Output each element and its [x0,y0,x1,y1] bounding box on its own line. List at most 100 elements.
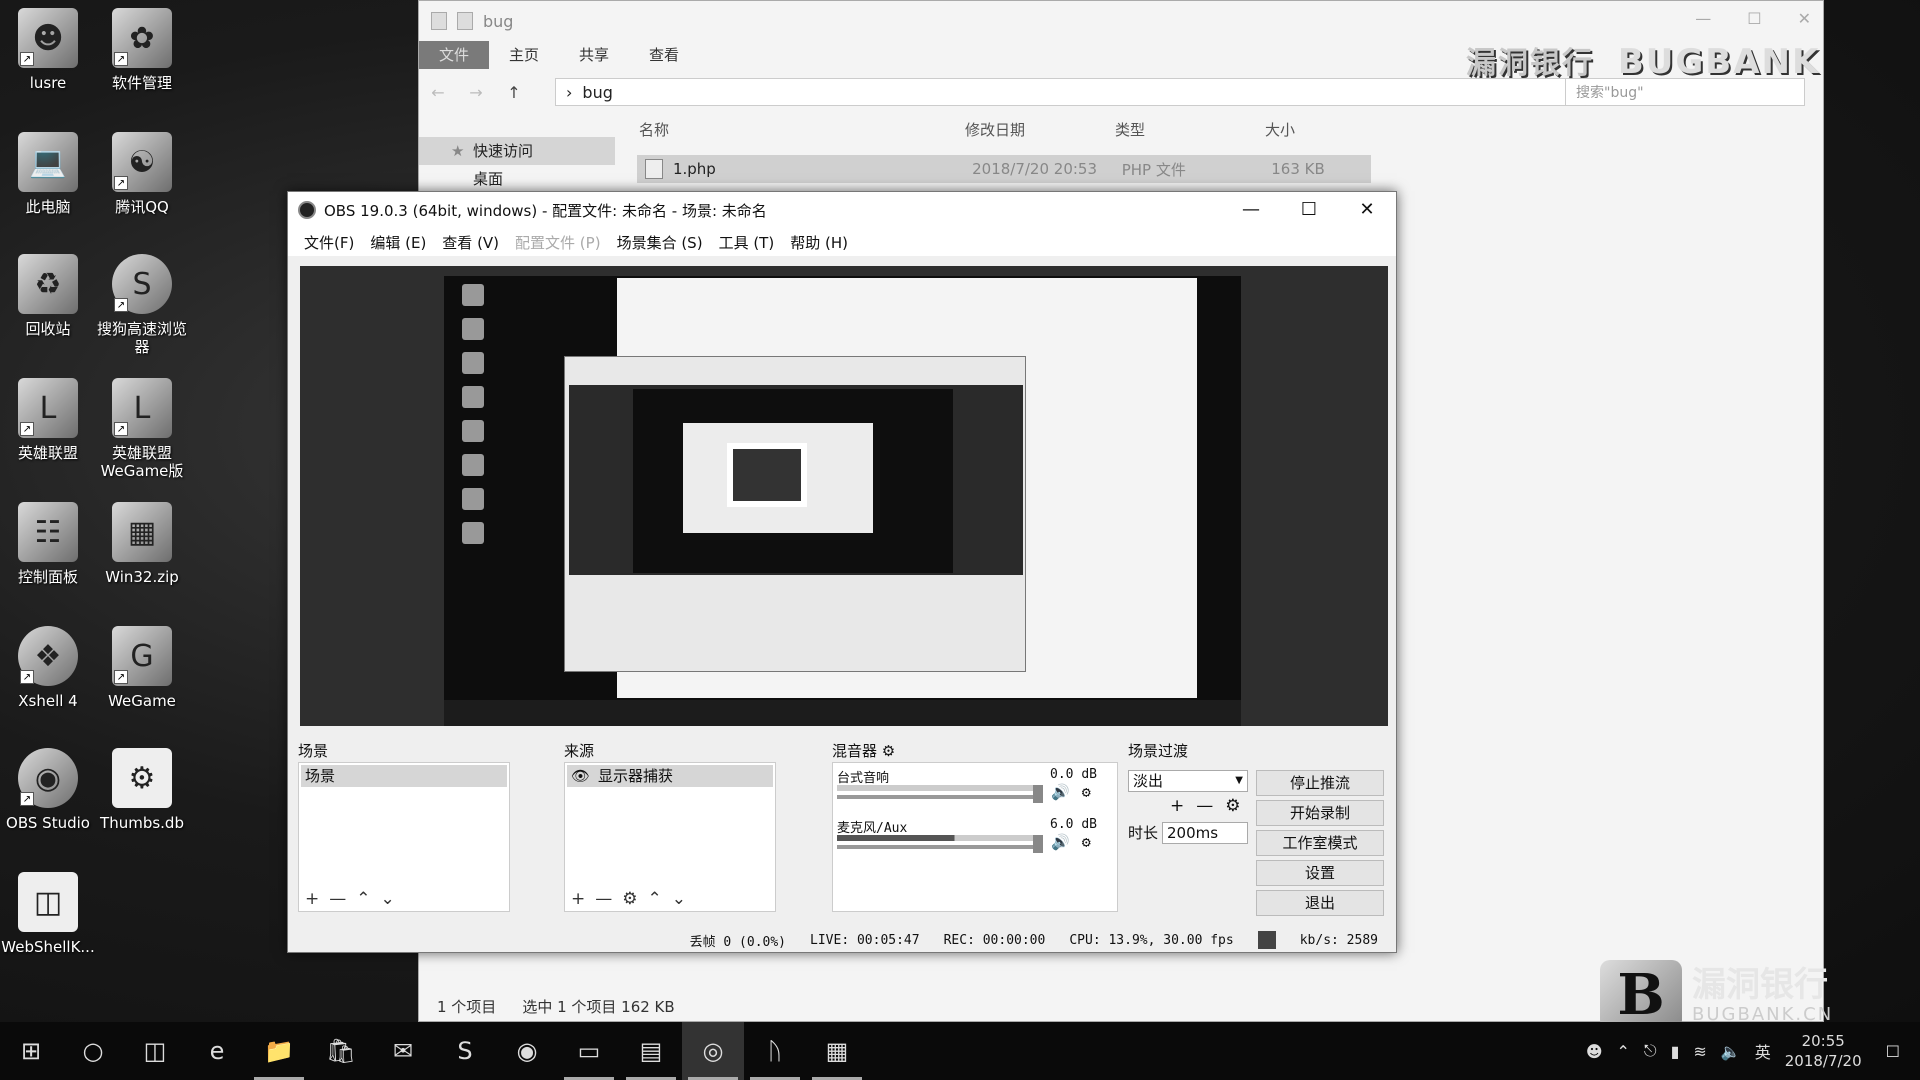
people-icon[interactable]: ☻ [1586,1042,1603,1061]
back-icon[interactable]: ← [419,83,457,102]
move-down-icon[interactable]: ⌄ [381,889,395,909]
bluetooth-icon[interactable]: ᚢ [744,1022,806,1080]
desktop-icon-win32-zip[interactable]: ▦ Win32.zip [94,502,190,586]
desktop-icon-webshell[interactable]: ◫ WebShellK... [0,872,96,956]
obs-icon[interactable]: ◎ [682,1022,744,1080]
wifi-icon[interactable]: ≋ [1693,1042,1706,1061]
cortana-icon[interactable]: ○ [62,1022,124,1080]
gear-icon[interactable]: ⚙ [622,889,637,909]
terminal-icon[interactable]: ▭ [558,1022,620,1080]
menu-edit[interactable]: 编辑 (E) [362,232,434,253]
column-size[interactable]: 大小 [1265,119,1365,143]
add-icon[interactable]: + [571,889,585,909]
menu-view[interactable]: 查看 (V) [434,232,507,253]
desktop-icon-thumbs-db[interactable]: ⚙ Thumbs.db [94,748,190,832]
maximize-icon[interactable]: ☐ [1747,9,1761,28]
menu-file[interactable]: 文件(F) [296,232,362,253]
nav-quick-access[interactable]: ★ 快速访问 [419,137,615,165]
mail-icon[interactable]: ✉ [372,1022,434,1080]
forward-icon[interactable]: → [457,83,495,102]
source-item[interactable]: 👁 显示器捕获 [567,765,773,787]
duration-spinbox[interactable]: 200ms [1162,822,1248,844]
desktop-icon-this-pc[interactable]: 💻 此电脑 [0,132,96,216]
speaker-icon[interactable]: 🔊 [1051,833,1070,851]
move-up-icon[interactable]: ⌃ [356,889,370,909]
desktop-icon-qq[interactable]: ☯ ↗ 腾讯QQ [94,132,190,216]
notes-icon[interactable]: ▤ [620,1022,682,1080]
task-view-icon[interactable]: ◫ [124,1022,186,1080]
battery-icon[interactable]: ▮ [1671,1042,1680,1061]
search-input[interactable]: 搜索"bug" [1565,78,1805,106]
tab-share[interactable]: 共享 [559,41,629,69]
column-date[interactable]: 修改日期 [965,119,1115,143]
add-icon[interactable]: + [305,889,319,909]
move-up-icon[interactable]: ⌃ [648,889,662,909]
maximize-icon[interactable]: ☐ [1280,192,1338,228]
desktop-icon-software-manager[interactable]: ✿ ↗ 软件管理 [94,8,190,92]
obs-preview[interactable] [300,266,1388,726]
desktop-icon-lol-wegame[interactable]: L ↗ 英雄联盟 WeGame版 [94,378,190,480]
file-row[interactable]: 1.php 2018/7/20 20:53 PHP 文件 163 KB [637,155,1371,183]
add-icon[interactable]: + [1170,796,1184,816]
scene-item[interactable]: 场景 [301,765,507,787]
speaker-icon[interactable]: 🔊 [1051,783,1070,801]
tab-file[interactable]: 文件 [419,41,490,69]
store-icon[interactable]: 🛍 [310,1022,372,1080]
minimize-icon[interactable]: — [1695,9,1711,28]
usb-icon[interactable]: ⎋ [1644,1041,1657,1061]
menu-help[interactable]: 帮助 (H) [782,232,856,253]
up-icon[interactable]: ↑ [495,83,533,102]
stop-streaming-button[interactable]: 停止推流 [1256,770,1384,796]
desktop-icon-lusre[interactable]: ☻ ↗ lusre [0,8,96,92]
properties-icon[interactable] [457,12,473,30]
volume-slider[interactable] [837,795,1033,799]
desktop-icon-sogou-browser[interactable]: S ↗ 搜狗高速浏览器 [94,254,190,356]
gear-icon[interactable]: ⚙ [882,742,895,760]
chevron-up-icon[interactable]: ⌃ [1617,1042,1630,1061]
tab-home[interactable]: 主页 [489,41,559,69]
address-bar[interactable]: › bug [555,78,1667,106]
desktop-icon-lol[interactable]: L ↗ 英雄联盟 [0,378,96,462]
menu-scene-collection[interactable]: 场景集合 (S) [609,232,711,253]
gear-icon[interactable]: ⚙ [1082,783,1091,801]
qq-browser-icon[interactable]: ◉ [496,1022,558,1080]
sogou-icon[interactable]: S [434,1022,496,1080]
transition-select[interactable]: 淡出 ▼ [1128,770,1248,792]
volume-slider-handle[interactable] [1033,785,1043,803]
start-icon[interactable]: ⊞ [0,1022,62,1080]
column-type[interactable]: 类型 [1115,119,1265,143]
eye-icon[interactable]: 👁 [571,765,590,787]
remove-icon[interactable]: — [595,889,612,909]
nav-desktop[interactable]: 桌面 [419,165,615,193]
exit-button[interactable]: 退出 [1256,890,1384,916]
desktop-icon-obs-studio[interactable]: ◉ ↗ OBS Studio [0,748,96,832]
desktop-icon-control-panel[interactable]: ☷ 控制面板 [0,502,96,586]
desktop-icon-recycle-bin[interactable]: ♻ 回收站 [0,254,96,338]
file-explorer-icon[interactable]: 📁 [248,1022,310,1080]
desktop-icon-wegame[interactable]: G ↗ WeGame [94,626,190,710]
column-name[interactable]: 名称 [639,119,965,143]
clock[interactable]: 20:55 2018/7/20 [1785,1031,1862,1071]
desktop-icon-xshell[interactable]: ❖ ↗ Xshell 4 [0,626,96,710]
volume-icon[interactable]: 🔈 [1721,1042,1741,1061]
edge-icon[interactable]: e [186,1022,248,1080]
close-icon[interactable]: ✕ [1338,192,1396,228]
studio-mode-button[interactable]: 工作室模式 [1256,830,1384,856]
volume-slider[interactable] [837,845,1033,849]
remove-icon[interactable]: — [329,889,346,909]
settings-button[interactable]: 设置 [1256,860,1384,886]
tab-view[interactable]: 查看 [629,41,699,69]
notification-icon[interactable]: ☐ [1886,1042,1900,1061]
move-down-icon[interactable]: ⌄ [672,889,686,909]
close-icon[interactable]: ✕ [1798,9,1811,28]
ime-indicator[interactable]: 英 [1755,1039,1771,1063]
gear-icon[interactable]: ⚙ [1082,833,1091,851]
volume-slider-handle[interactable] [1033,835,1043,853]
gear-icon[interactable]: ⚙ [1225,796,1240,816]
start-recording-button[interactable]: 开始录制 [1256,800,1384,826]
menu-tools[interactable]: 工具 (T) [711,232,783,253]
minimize-icon[interactable]: — [1222,192,1280,228]
image-viewer-icon[interactable]: ▦ [806,1022,868,1080]
remove-icon[interactable]: — [1196,796,1213,816]
display-capture-preview [444,276,1241,726]
